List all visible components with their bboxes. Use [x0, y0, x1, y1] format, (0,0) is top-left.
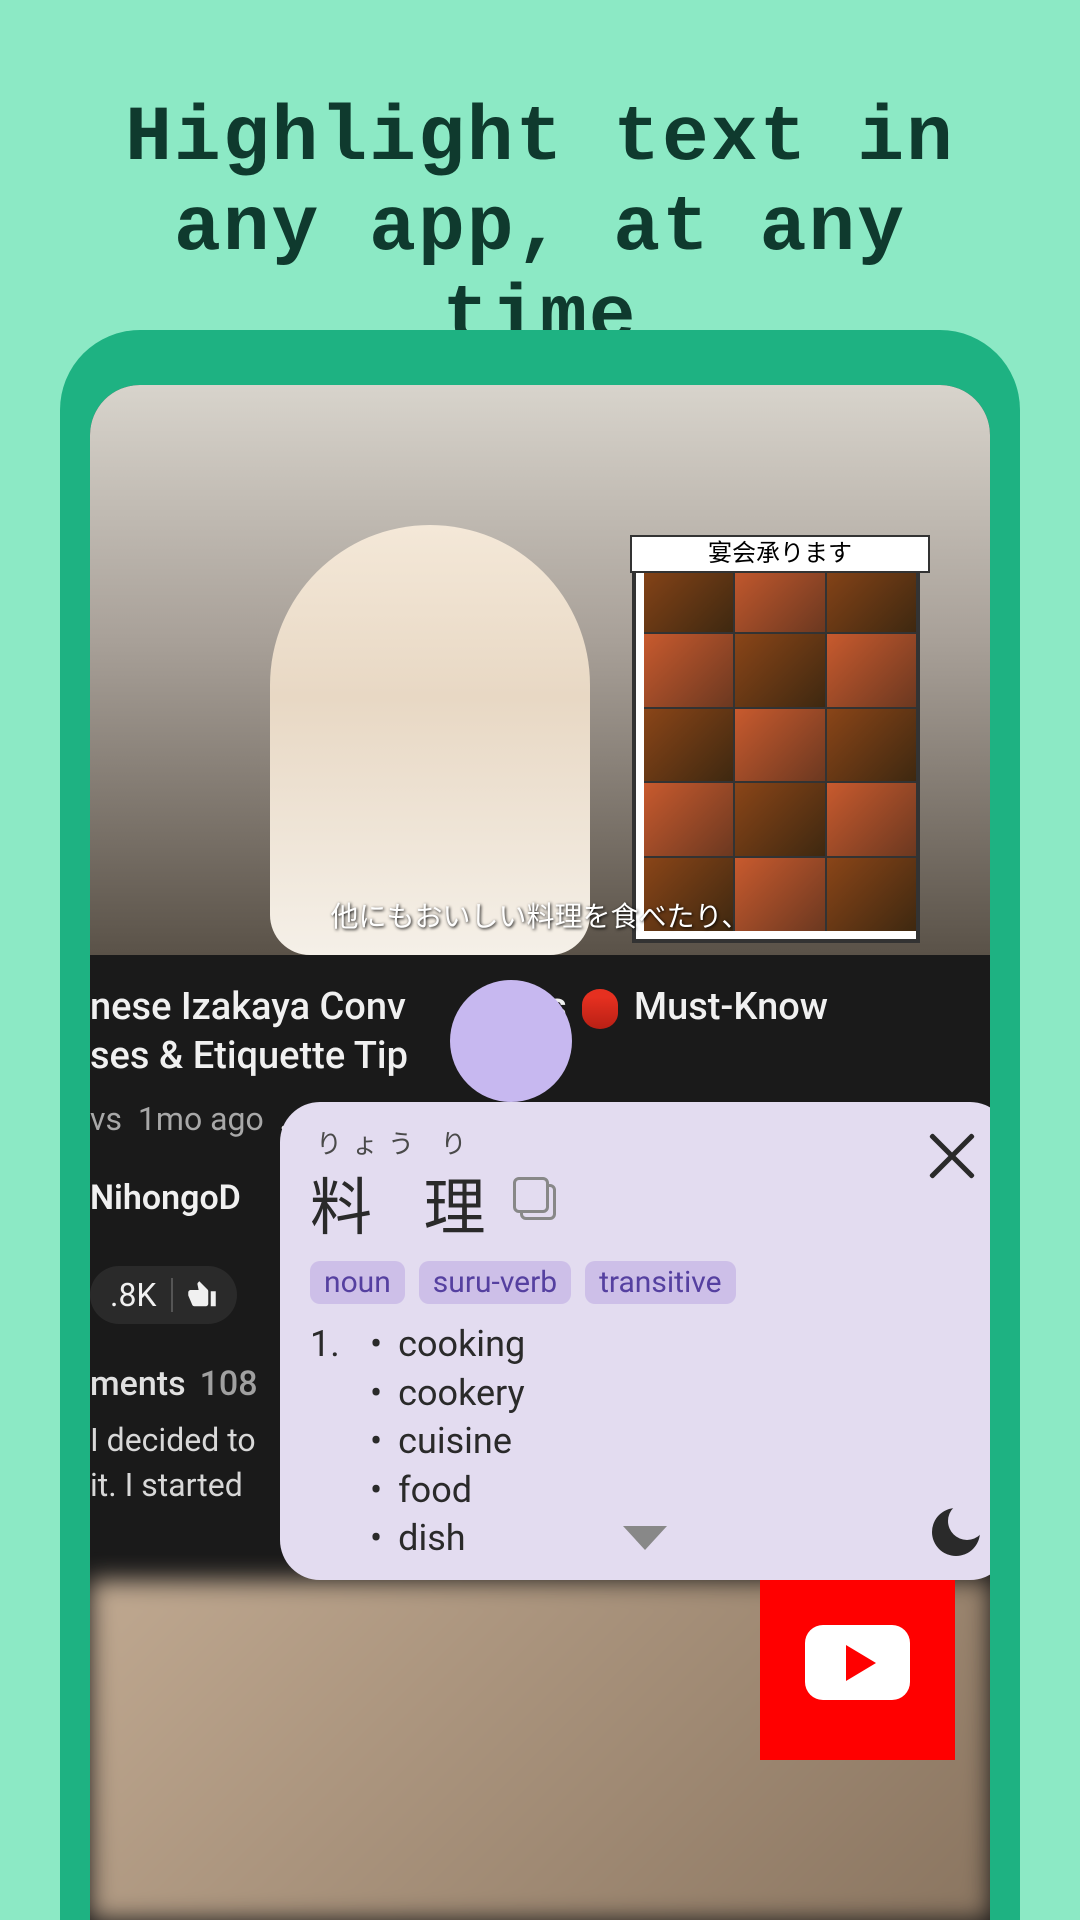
play-icon	[846, 1645, 876, 1681]
youtube-icon	[805, 1625, 910, 1700]
comment-line2: it. I started	[90, 1466, 243, 1504]
meta-age: 1mo ago	[138, 1100, 264, 1138]
comments-count: 108	[200, 1364, 258, 1404]
divider	[171, 1278, 173, 1312]
phone-frame: 宴会承ります 他にもおいしい料理を食べたり、 nese Izakaya Conv…	[60, 330, 1020, 1920]
marketing-headline: Highlight text in any app, at any time	[0, 0, 1080, 364]
comments-label: ments	[90, 1364, 186, 1404]
tag-noun: noun	[310, 1261, 405, 1304]
sign-banner-text: 宴会承ります	[630, 535, 930, 573]
definition-list: cooking cookery cuisine food dish	[370, 1320, 525, 1563]
lantern-emoji-icon	[582, 989, 618, 1029]
tag-transitive: transitive	[585, 1261, 735, 1304]
title-text-suffix: Must-Know	[634, 985, 828, 1029]
definition-item: cookery	[370, 1369, 525, 1418]
moon-icon[interactable]	[932, 1508, 980, 1556]
person-graphic	[270, 525, 590, 955]
like-count: .8K	[110, 1276, 157, 1314]
menu-board-graphic	[644, 559, 916, 931]
tag-suru-verb: suru-verb	[419, 1261, 571, 1304]
title-text-line2: ses & Etiquette Tip	[90, 1034, 408, 1078]
definition-item: dish	[370, 1514, 525, 1563]
dictionary-popup: りょう り 料 理 noun suru-verb transitive 1. c…	[280, 1102, 990, 1580]
floating-handle[interactable]	[450, 980, 572, 1102]
video-thumbnail[interactable]: 宴会承ります 他にもおいしい料理を食べたり、	[90, 385, 990, 955]
copy-icon[interactable]	[520, 1184, 556, 1220]
definition-item: cuisine	[370, 1417, 525, 1466]
close-icon[interactable]	[922, 1126, 982, 1186]
definition-item: cooking	[370, 1320, 525, 1369]
definition-item: food	[370, 1466, 525, 1515]
meta-views-prefix: vs	[90, 1100, 122, 1138]
comment-line1: I decided to	[90, 1421, 256, 1459]
title-text-prefix: nese Izakaya Conv	[90, 985, 406, 1029]
headword: 料 理	[310, 1157, 504, 1247]
thumbs-down-icon[interactable]	[187, 1280, 217, 1310]
definition-number: 1.	[310, 1320, 350, 1563]
like-pill[interactable]: .8K	[90, 1266, 237, 1324]
phone-screen: 宴会承ります 他にもおいしい料理を食べたり、 nese Izakaya Conv…	[90, 385, 990, 1920]
youtube-badge[interactable]	[760, 1565, 955, 1760]
pos-tags: noun suru-verb transitive	[310, 1261, 980, 1304]
reading-furigana: りょう り	[310, 1124, 980, 1161]
expand-down-icon[interactable]	[623, 1526, 667, 1550]
video-subtitle: 他にもおいしい料理を食べたり、	[331, 895, 750, 935]
